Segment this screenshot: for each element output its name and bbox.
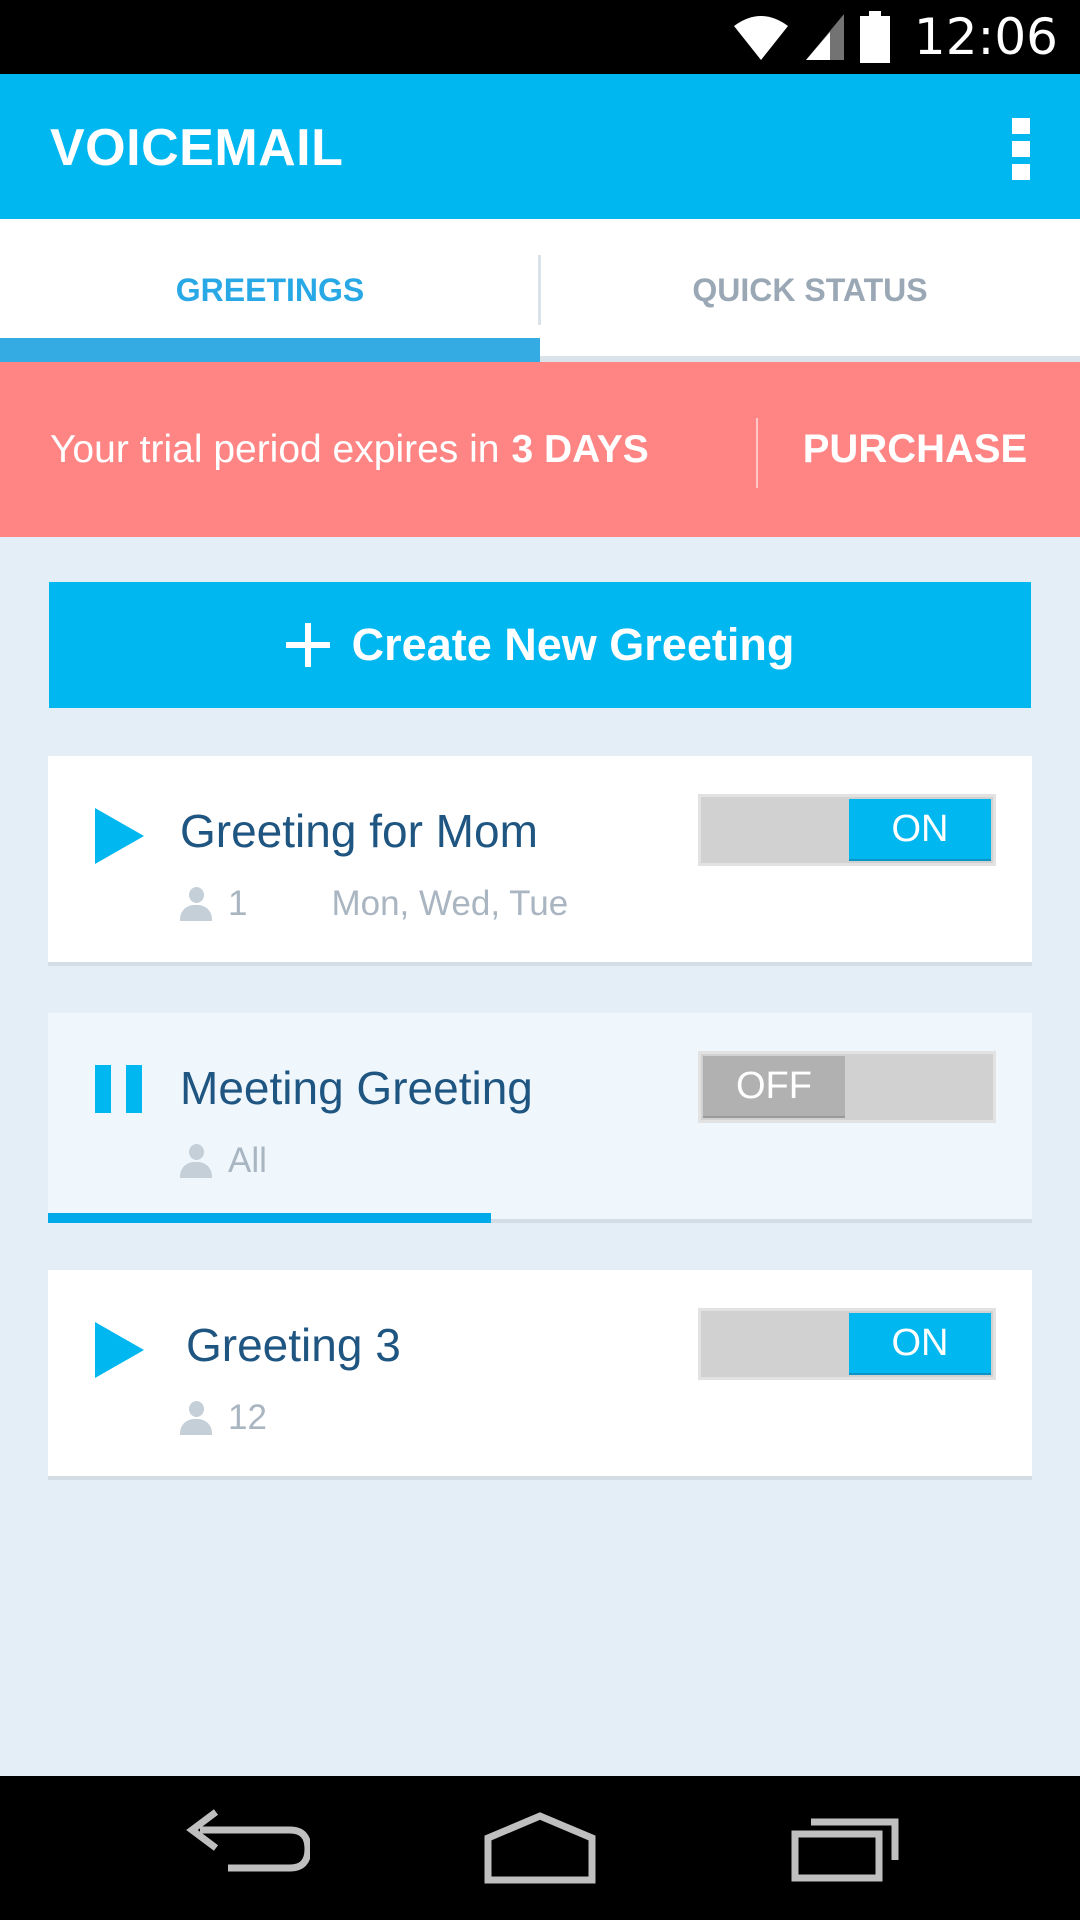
trial-banner: Your trial period expires in 3 DAYS PURC… — [0, 362, 1080, 537]
greeting-card[interactable]: Meeting Greeting All OFF — [48, 1013, 1032, 1223]
banner-divider — [756, 418, 758, 488]
app-title: VOICEMAIL — [50, 119, 344, 177]
trial-text: Your trial period expires in — [50, 427, 500, 471]
overflow-menu-icon[interactable] — [1012, 118, 1032, 180]
purchase-button[interactable]: PURCHASE — [770, 362, 1060, 537]
recipient-count: 12 — [228, 1398, 267, 1437]
greeting-schedule: Mon, Wed, Tue — [331, 884, 569, 923]
play-icon[interactable] — [95, 1322, 144, 1378]
recipient-count: 1 — [228, 884, 248, 923]
plus-icon — [285, 623, 330, 667]
pause-icon[interactable] — [95, 1065, 143, 1113]
person-icon — [180, 1144, 212, 1178]
person-icon — [180, 887, 212, 921]
greeting-meta: 12 — [180, 1398, 267, 1438]
status-bar: 12:06 — [0, 0, 1080, 74]
person-icon — [180, 1401, 212, 1435]
navigation-bar — [0, 1776, 1080, 1920]
battery-icon — [859, 11, 890, 63]
toggle-label: ON — [849, 1313, 991, 1375]
toggle-label: OFF — [703, 1056, 845, 1118]
greeting-card[interactable]: Greeting 3 12 ON — [48, 1270, 1032, 1480]
home-icon[interactable] — [470, 1798, 610, 1898]
tab-selected-indicator — [0, 338, 540, 362]
greeting-toggle[interactable]: ON — [698, 1308, 996, 1380]
greeting-toggle[interactable]: ON — [698, 794, 996, 866]
greeting-card[interactable]: Greeting for Mom 1 Mon, Wed, Tue ON — [48, 756, 1032, 966]
trial-message: Your trial period expires in 3 DAYS — [50, 362, 649, 537]
tab-quick-status[interactable]: QUICK STATUS — [540, 219, 1080, 362]
status-icons: 12:06 — [732, 0, 1058, 74]
greeting-meta: All — [180, 1141, 267, 1181]
greeting-meta: 1 Mon, Wed, Tue — [180, 884, 568, 924]
playback-progress-bar — [48, 1213, 491, 1223]
toggle-label: ON — [849, 799, 991, 861]
back-icon[interactable] — [170, 1798, 310, 1898]
play-icon[interactable] — [95, 808, 144, 864]
app-bar: VOICEMAIL — [0, 74, 1080, 219]
wifi-icon — [733, 16, 788, 60]
greeting-toggle[interactable]: OFF — [698, 1051, 996, 1123]
recents-icon[interactable] — [775, 1798, 915, 1898]
signal-icon — [805, 14, 844, 60]
create-greeting-label: Create New Greeting — [351, 619, 795, 670]
greeting-name: Greeting for Mom — [180, 805, 538, 857]
clock: 12:06 — [913, 8, 1058, 66]
greeting-name: Greeting 3 — [186, 1319, 401, 1371]
trial-days-remaining: 3 DAYS — [511, 427, 649, 471]
tab-bar: GREETINGS QUICK STATUS — [0, 219, 1080, 362]
greeting-name: Meeting Greeting — [180, 1062, 533, 1114]
create-greeting-button[interactable]: Create New Greeting — [49, 582, 1031, 708]
recipient-count: All — [228, 1141, 267, 1180]
